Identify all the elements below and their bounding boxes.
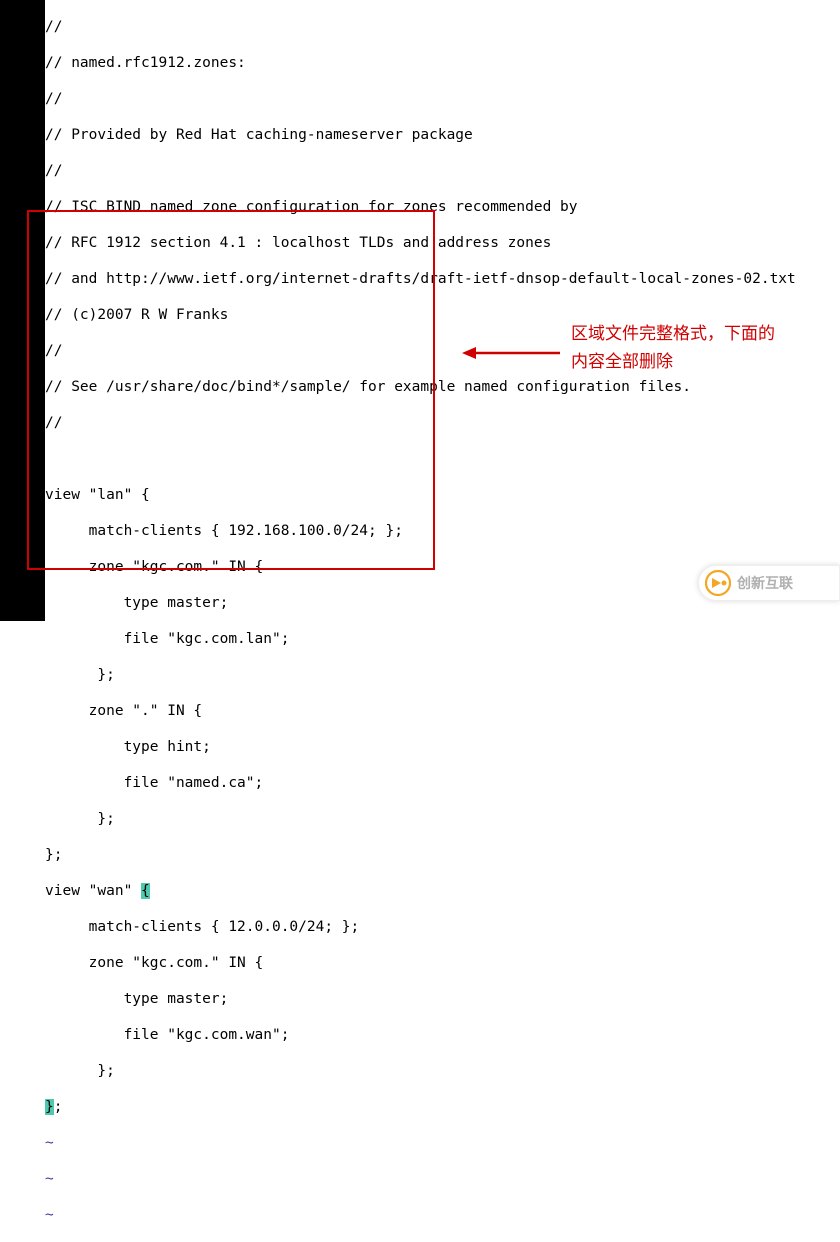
code-line: // See /usr/share/doc/bind*/sample/ for … bbox=[45, 378, 840, 396]
code-line bbox=[45, 450, 840, 468]
code-line: // Provided by Red Hat caching-nameserve… bbox=[45, 126, 840, 144]
code-line: // bbox=[45, 162, 840, 180]
annotation-line: 区域文件完整格式，下面的 bbox=[571, 320, 831, 348]
annotation-text: 区域文件完整格式，下面的 内容全部删除 bbox=[571, 320, 831, 376]
code-line: file "named.ca"; bbox=[45, 774, 840, 792]
code-line: // ISC BIND named zone configuration for… bbox=[45, 198, 840, 216]
code-line: }; bbox=[45, 810, 840, 828]
cursor-highlight: { bbox=[141, 883, 150, 899]
code-line: zone "." IN { bbox=[45, 702, 840, 720]
code-line: }; bbox=[45, 666, 840, 684]
code-line: // bbox=[45, 18, 840, 36]
code-line: }; bbox=[45, 1098, 840, 1116]
code-line: type master; bbox=[45, 990, 840, 1008]
code-line: }; bbox=[45, 846, 840, 864]
code-line: // bbox=[45, 414, 840, 432]
code-line: match-clients { 192.168.100.0/24; }; bbox=[45, 522, 840, 540]
code-line: type hint; bbox=[45, 738, 840, 756]
code-line: file "kgc.com.wan"; bbox=[45, 1026, 840, 1044]
annotation-line: 内容全部删除 bbox=[571, 348, 831, 376]
code-line: match-clients { 12.0.0.0/24; }; bbox=[45, 918, 840, 936]
code-line: zone "kgc.com." IN { bbox=[45, 954, 840, 972]
code-editor-content: // // named.rfc1912.zones: // // Provide… bbox=[45, 0, 840, 621]
code-line: file "kgc.com.lan"; bbox=[45, 630, 840, 648]
code-line: // RFC 1912 section 4.1 : localhost TLDs… bbox=[45, 234, 840, 252]
code-line: // and http://www.ietf.org/internet-draf… bbox=[45, 270, 840, 288]
empty-line-tilde: ~ bbox=[45, 1170, 840, 1188]
watermark-logo-icon bbox=[705, 570, 731, 596]
line-number-gutter bbox=[0, 0, 45, 621]
empty-line-tilde: ~ bbox=[45, 1206, 840, 1224]
cursor-highlight: } bbox=[45, 1099, 54, 1115]
watermark-label: 创新互联 bbox=[737, 574, 793, 592]
code-line: // bbox=[45, 90, 840, 108]
code-line: // named.rfc1912.zones: bbox=[45, 54, 840, 72]
code-line: view "wan" { bbox=[45, 882, 840, 900]
empty-line-tilde: ~ bbox=[45, 1134, 840, 1152]
arrow-left-icon bbox=[462, 345, 560, 361]
code-line: view "lan" { bbox=[45, 486, 840, 504]
watermark-badge: 创新互联 bbox=[698, 565, 840, 601]
code-line: }; bbox=[45, 1062, 840, 1080]
